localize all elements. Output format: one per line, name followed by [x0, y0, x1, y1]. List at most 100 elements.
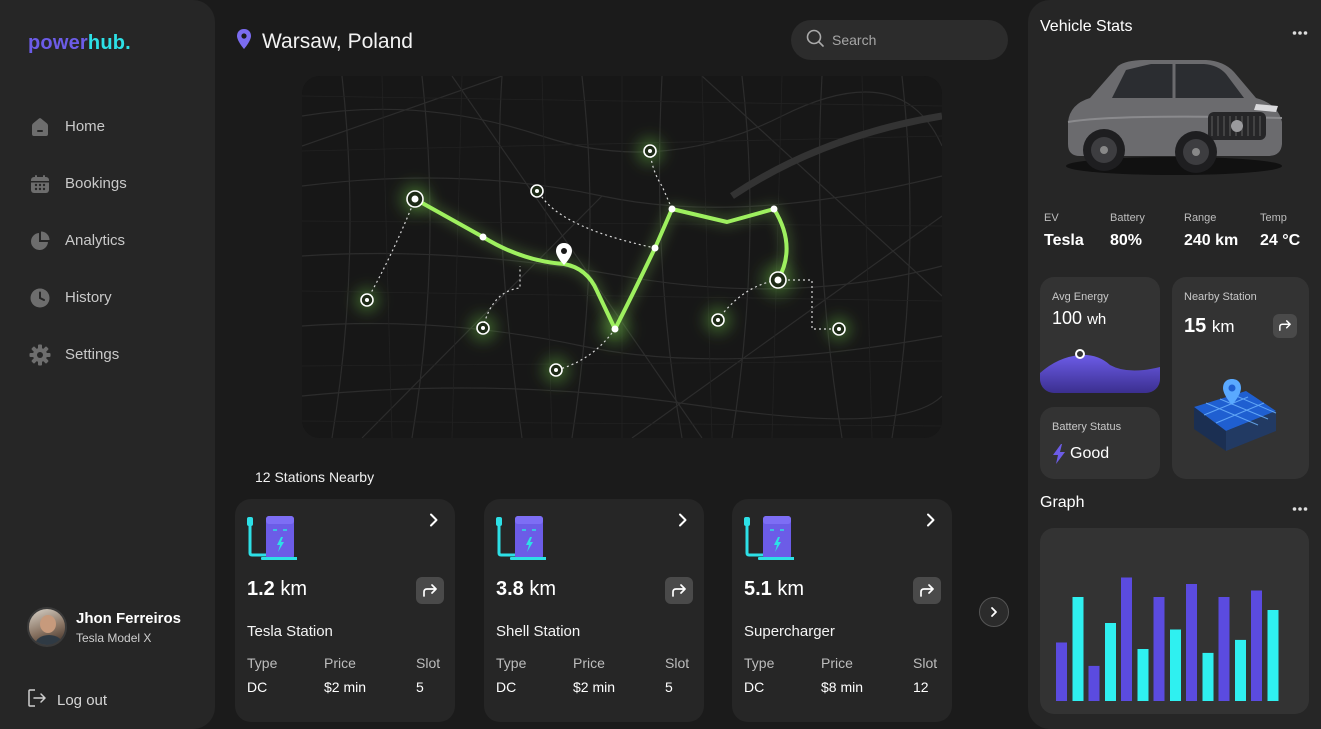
- station-type: Type DC: [496, 655, 527, 695]
- search-box[interactable]: [791, 20, 1008, 60]
- station-slot: Slot 5: [416, 655, 441, 695]
- right-panel: Vehicle Stats EV Tesla Battery 80% Range 24…: [1028, 0, 1321, 729]
- sidebar-item-label: Home: [65, 118, 106, 135]
- battery-status-tile[interactable]: Battery Status Good: [1040, 407, 1160, 479]
- station-card[interactable]: 3.8 km Shell Station Type DC Price $2 min …: [484, 499, 704, 722]
- chevron-right-icon[interactable]: [427, 513, 441, 527]
- stat-temp: Temp 24 °C: [1260, 212, 1301, 249]
- more-options-icon[interactable]: [1292, 499, 1308, 511]
- avg-energy-value: 100 wh: [1052, 308, 1107, 328]
- station-distance-value: 1.2: [247, 578, 275, 600]
- chart-bar: [1137, 649, 1149, 701]
- chart-bar: [1218, 597, 1230, 701]
- sidebar-item-bookings[interactable]: Bookings: [28, 155, 198, 212]
- sidebar-item-label: Bookings: [65, 175, 127, 192]
- vehicle-stats-title: Vehicle Stats: [1040, 18, 1133, 35]
- station-type: Type DC: [247, 655, 278, 695]
- station-price: Price $2 min: [324, 655, 367, 695]
- vehicle-image: [1056, 52, 1286, 187]
- more-options-icon[interactable]: [1292, 23, 1308, 35]
- lightning-icon: [1053, 444, 1065, 464]
- next-stations-button[interactable]: [979, 597, 1009, 627]
- station-distance-unit: km: [777, 578, 805, 600]
- calendar-icon: [28, 172, 52, 196]
- station-card[interactable]: 1.2 km Tesla Station Type DC Price $2 min …: [235, 499, 455, 722]
- nearby-station-label: Nearby Station: [1184, 291, 1257, 303]
- avg-energy-tile[interactable]: Avg Energy 100 wh: [1040, 277, 1160, 393]
- gear-icon: [28, 343, 52, 367]
- logout-icon: [27, 688, 47, 713]
- location-pin-icon: [236, 28, 252, 55]
- battery-status-value: Good: [1070, 445, 1110, 462]
- sidebar-item-history[interactable]: History: [28, 269, 198, 326]
- directions-icon: [1279, 320, 1291, 332]
- station-distance-value: 3.8: [496, 578, 524, 600]
- chart-bar: [1186, 584, 1197, 701]
- clock-icon: [28, 286, 52, 310]
- chart-bar: [1153, 597, 1165, 701]
- station-slot: Slot 12: [913, 655, 938, 695]
- sidebar-item-home[interactable]: Home: [28, 98, 198, 155]
- charging-station-icon: [744, 513, 796, 566]
- charging-station-icon: [247, 513, 299, 566]
- charging-station-icon: [496, 513, 548, 566]
- logout-button[interactable]: Log out: [27, 688, 107, 713]
- sidebar-nav: Home Bookings Analytics History Settings: [28, 98, 198, 383]
- chart-bar: [1202, 652, 1214, 701]
- avg-energy-label: Avg Energy: [1052, 291, 1109, 303]
- directions-button[interactable]: [416, 577, 444, 604]
- user-name: Jhon Ferreiros: [76, 609, 182, 627]
- sidebar-item-label: History: [65, 289, 112, 306]
- chevron-right-icon: [991, 607, 997, 617]
- sidebar-item-label: Analytics: [65, 232, 126, 249]
- directions-button[interactable]: [913, 577, 941, 604]
- station-distance-unit: km: [529, 578, 557, 600]
- station-distance: 5.1 km: [744, 578, 804, 601]
- sidebar-item-settings[interactable]: Settings: [28, 326, 198, 383]
- pie-chart-icon: [28, 229, 52, 253]
- sidebar-item-analytics[interactable]: Analytics: [28, 212, 198, 269]
- station-distance: 3.8 km: [496, 578, 556, 601]
- chart-bar: [1235, 639, 1246, 701]
- location[interactable]: Warsaw, Poland: [236, 28, 413, 55]
- chevron-right-icon[interactable]: [924, 513, 938, 527]
- stat-range: Range 240 km: [1184, 212, 1239, 249]
- sidebar-item-label: Settings: [65, 346, 120, 363]
- brand-logo-part1: power: [28, 32, 88, 54]
- station-type: Type DC: [744, 655, 775, 695]
- station-distance: 1.2 km: [247, 578, 307, 601]
- directions-icon: [423, 583, 437, 597]
- avatar: [27, 607, 67, 647]
- location-text: Warsaw, Poland: [262, 29, 413, 53]
- route-map[interactable]: [302, 76, 942, 438]
- search-input[interactable]: [832, 32, 992, 48]
- stations-nearby-title: 12 Stations Nearby: [255, 469, 375, 485]
- graph-title: Graph: [1040, 494, 1085, 511]
- chevron-right-icon[interactable]: [676, 513, 690, 527]
- chart-bar: [1056, 642, 1067, 701]
- directions-button[interactable]: [1273, 314, 1297, 338]
- stat-battery: Battery 80%: [1110, 212, 1145, 249]
- brand-logo-part2: hub.: [87, 32, 131, 54]
- chart-bar: [1267, 610, 1279, 701]
- station-slot: Slot 5: [665, 655, 690, 695]
- nearby-station-tile[interactable]: Nearby Station 15 km: [1172, 277, 1309, 479]
- battery-status-label: Battery Status: [1052, 421, 1122, 433]
- map-3d-icon: [1194, 379, 1277, 451]
- directions-icon: [672, 583, 686, 597]
- logout-label: Log out: [57, 692, 108, 709]
- chart-bar: [1251, 590, 1262, 701]
- user-profile[interactable]: Jhon Ferreiros Tesla Model X: [27, 607, 181, 647]
- station-card[interactable]: 5.1 km Supercharger Type DC Price $8 min S…: [732, 499, 952, 722]
- station-distance-unit: km: [280, 578, 308, 600]
- station-name: Tesla Station: [247, 623, 333, 640]
- sidebar: powerhub. Home Bookings Analytics Histor…: [0, 0, 215, 729]
- station-price: Price $2 min: [573, 655, 616, 695]
- chart-bar: [1170, 629, 1181, 701]
- chart-bar: [1121, 577, 1132, 701]
- bar-chart: [1040, 528, 1309, 714]
- brand-logo[interactable]: powerhub.: [28, 32, 131, 55]
- chart-bar: [1088, 665, 1100, 701]
- directions-button[interactable]: [665, 577, 693, 604]
- station-name: Supercharger: [744, 623, 835, 640]
